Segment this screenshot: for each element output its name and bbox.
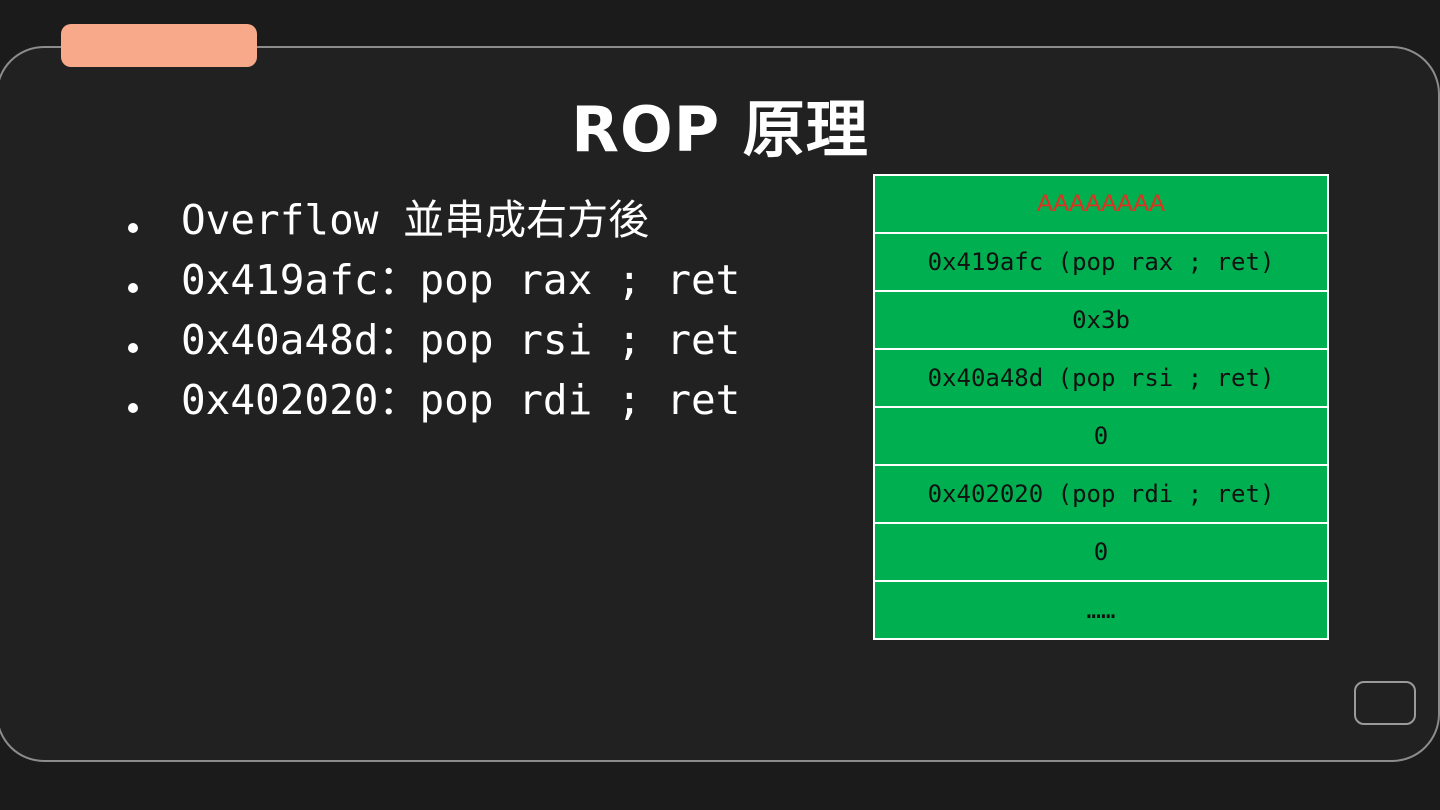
stack-row: 0x3b	[873, 290, 1329, 350]
bullet-text: Overflow 並串成右方後	[181, 196, 650, 244]
stack-cell: 0x402020 (pop rdi ; ret)	[873, 464, 1329, 524]
stack-cell: 0x40a48d (pop rsi ; ret)	[873, 348, 1329, 408]
stack-row: ……	[873, 580, 1329, 640]
stack-row: AAAAAAAA	[873, 174, 1329, 234]
stack-cell: 0x3b	[873, 290, 1329, 350]
stack-cell: ……	[873, 580, 1329, 640]
bullet-dot-icon	[128, 403, 138, 413]
bullet-text: 0x40a48d：pop rsi ; ret	[181, 316, 741, 364]
stack-cell: 0	[873, 522, 1329, 582]
stack-cell: 0x419afc (pop rax ; ret)	[873, 232, 1329, 292]
stack-row: 0	[873, 406, 1329, 466]
bullet-text: 0x402020：pop rdi ; ret	[181, 376, 741, 424]
bullet-text: 0x419afc：pop rax ; ret	[181, 256, 741, 304]
slide: ROP 原理 Overflow 並串成右方後 0x419afc：pop rax …	[0, 0, 1440, 810]
slide-title: ROP 原理	[571, 93, 869, 166]
stack-row: 0x419afc (pop rax ; ret)	[873, 232, 1329, 292]
stack-cell-padding: AAAAAAAA	[873, 174, 1329, 234]
stack-row: 0	[873, 522, 1329, 582]
stack-row: 0x40a48d (pop rsi ; ret)	[873, 348, 1329, 408]
bullet-dot-icon	[128, 343, 138, 353]
slide-number-box	[1354, 681, 1416, 725]
stack-row: 0x402020 (pop rdi ; ret)	[873, 464, 1329, 524]
bullet-dot-icon	[128, 283, 138, 293]
accent-tab	[61, 24, 257, 67]
bullet-dot-icon	[128, 223, 138, 233]
stack-cell: 0	[873, 406, 1329, 466]
stack-layout-table: AAAAAAAA 0x419afc (pop rax ; ret) 0x3b 0…	[873, 174, 1329, 640]
